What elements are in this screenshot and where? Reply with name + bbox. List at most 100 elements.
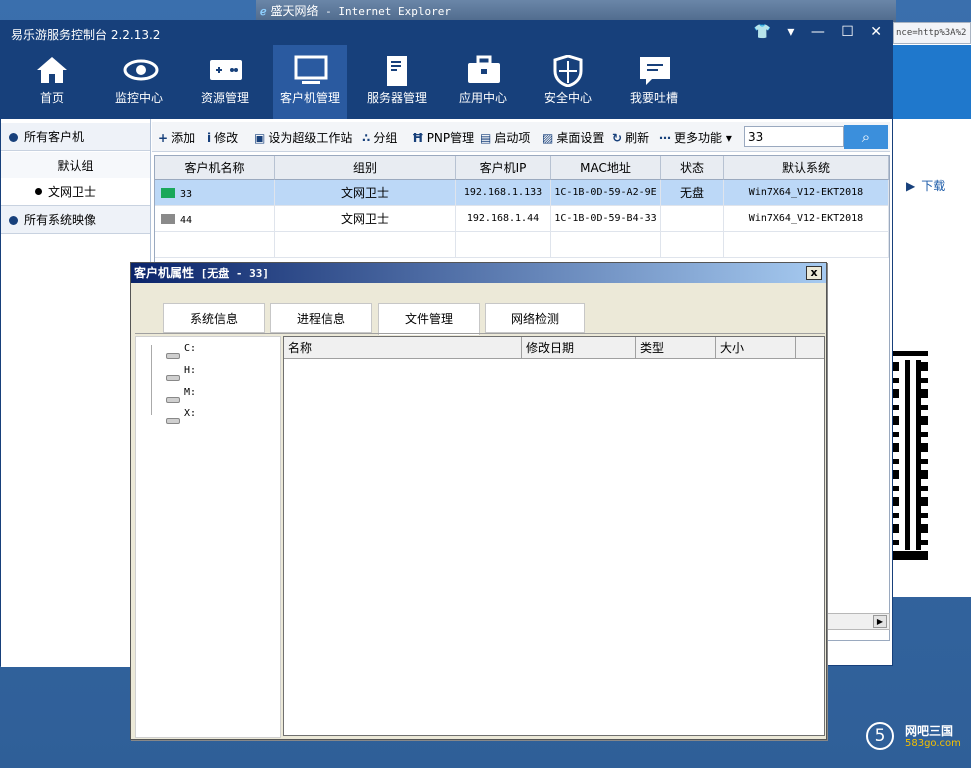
- ie-address-bar[interactable]: nce=http%3A%2: [893, 22, 971, 44]
- nav-app-center[interactable]: 应用中心: [446, 45, 520, 119]
- sidebar-item-group-leaf[interactable]: 文网卫士: [1, 178, 150, 206]
- tab-file-management[interactable]: 文件管理: [378, 303, 480, 335]
- monitor-icon: [294, 55, 328, 85]
- list-icon: ▤: [480, 131, 492, 145]
- drive-icon: [166, 397, 180, 403]
- column-header[interactable]: 大小: [716, 337, 796, 359]
- nav-monitor-center[interactable]: 监控中心: [102, 45, 176, 119]
- client-name: 33: [180, 189, 193, 200]
- cell-os: Win7X64_V12-EKT2018: [724, 180, 889, 206]
- nav-label: 首页: [39, 91, 64, 105]
- top-navigation: 首页 监控中心 资源管理 客户机管理 服务器管理 应用中心 安全中心 我要吐槽: [1, 45, 892, 119]
- nav-security-center[interactable]: 安全中心: [531, 45, 605, 119]
- tab-divider: [135, 333, 825, 334]
- nav-label: 服务器管理: [366, 91, 427, 105]
- add-button[interactable]: + 添加: [158, 129, 195, 146]
- group-button[interactable]: ∴ 分组: [362, 129, 397, 146]
- nav-label: 我要吐槽: [629, 91, 678, 105]
- startup-label: 启动项: [494, 131, 531, 145]
- console-titlebar[interactable]: 易乐游服务控制台 2.2.13.2 👕 ▾ — ☐ ✕: [1, 21, 892, 45]
- scroll-right-arrow-icon[interactable]: ▶: [873, 615, 887, 628]
- home-icon: [36, 55, 68, 85]
- drive-item[interactable]: X:: [166, 408, 196, 424]
- ie-download-link[interactable]: ▶ 下载: [906, 177, 945, 194]
- empty-cell: [155, 232, 275, 258]
- add-label: 添加: [171, 131, 196, 145]
- console-title: 易乐游服务控制台 2.2.13.2: [11, 28, 161, 42]
- cell-status: 无盘: [661, 180, 724, 206]
- edit-icon: ⅰ: [207, 131, 212, 145]
- column-header[interactable]: 客户机名称: [155, 156, 275, 180]
- tab-system-info[interactable]: 系统信息: [163, 303, 265, 333]
- column-header[interactable]: MAC地址: [551, 156, 661, 180]
- cell-os: Win7X64_V12-EKT2018: [724, 206, 889, 232]
- tab-network-check[interactable]: 网络检测: [485, 303, 585, 333]
- desktop-settings-button[interactable]: ▨ 桌面设置: [542, 129, 604, 146]
- nav-label: 应用中心: [458, 91, 507, 105]
- column-header[interactable]: 状态: [661, 156, 724, 180]
- column-header[interactable]: 修改日期: [522, 337, 636, 359]
- table-row[interactable]: 33 文网卫士 192.168.1.133 1C-1B-0D-59-A2-9E …: [155, 180, 889, 206]
- search-icon: ⌕: [861, 128, 871, 146]
- drive-label: M:: [184, 387, 197, 398]
- search-input[interactable]: [744, 126, 844, 147]
- watermark-site: 583go.com: [905, 738, 961, 749]
- nav-resource-management[interactable]: 资源管理: [188, 45, 262, 119]
- group-label: 分组: [373, 131, 398, 145]
- nav-home[interactable]: 首页: [15, 45, 89, 119]
- pc-online-icon: [161, 188, 175, 198]
- sidebar-item-all-images[interactable]: 所有系统映像: [1, 206, 150, 234]
- column-header[interactable]: 类型: [636, 337, 716, 359]
- drive-item[interactable]: H:: [166, 365, 196, 381]
- shield-icon: [552, 54, 584, 88]
- picture-icon: ▨: [542, 131, 554, 145]
- edit-label: 修改: [214, 131, 239, 145]
- super-workstation-button[interactable]: ▣ 设为超级工作站: [254, 129, 352, 146]
- drive-icon: [166, 418, 180, 424]
- nav-feedback[interactable]: 我要吐槽: [617, 45, 691, 119]
- drive-icon: [166, 375, 180, 381]
- more-functions-button[interactable]: ⋯ 更多功能 ▾: [659, 129, 732, 146]
- qr-code-pattern: [899, 360, 921, 550]
- ie-titlebar[interactable]: ℯ 盛天网络 - Internet Explorer: [256, 0, 896, 22]
- close-button[interactable]: x: [806, 266, 822, 280]
- logo-digit: 5: [866, 722, 894, 750]
- expand-icon: [9, 216, 18, 225]
- drive-label: X:: [184, 408, 197, 419]
- table-row[interactable]: 44 文网卫士 192.168.1.44 1C-1B-0D-59-B4-33 W…: [155, 206, 889, 232]
- tab-process-info[interactable]: 进程信息: [270, 303, 372, 333]
- drive-item[interactable]: C:: [166, 343, 196, 359]
- empty-cell: [275, 232, 456, 258]
- column-header[interactable]: 名称: [284, 337, 522, 359]
- column-header[interactable]: 默认系统: [724, 156, 889, 180]
- column-header[interactable]: 客户机IP: [456, 156, 551, 180]
- column-header[interactable]: 组别: [275, 156, 456, 180]
- file-list: 名称 修改日期 类型 大小: [283, 336, 825, 736]
- sidebar-item-label: 所有系统映像: [24, 213, 97, 227]
- sidebar: 所有客户机 默认组 文网卫士 所有系统映像: [1, 119, 151, 667]
- toolbox-icon: [467, 55, 500, 85]
- pnp-button[interactable]: Ħ PNP管理: [412, 129, 474, 146]
- refresh-button[interactable]: ↻ 刷新: [612, 129, 649, 146]
- sidebar-item-all-clients[interactable]: 所有客户机: [1, 123, 150, 151]
- sidebar-item-default-group[interactable]: 默认组: [1, 152, 150, 180]
- nav-server-management[interactable]: 服务器管理: [360, 45, 434, 119]
- search-button[interactable]: ⌕: [844, 125, 888, 149]
- more-icon: ⋯: [659, 131, 671, 145]
- drive-item[interactable]: M:: [166, 387, 196, 403]
- empty-cell: [661, 232, 724, 258]
- watermark-logo: 5 网吧三国 583go.com: [866, 722, 961, 750]
- table-row-empty: [155, 232, 889, 258]
- dialog-title: 客户机属性: [134, 266, 195, 280]
- nav-label: 安全中心: [543, 91, 592, 105]
- startup-button[interactable]: ▤ 启动项: [480, 129, 530, 146]
- window-controls[interactable]: 👕 ▾ — ☐ ✕: [753, 24, 888, 40]
- nav-label: 客户机管理: [279, 91, 340, 105]
- expand-icon: [9, 133, 18, 142]
- drive-icon: [166, 353, 180, 359]
- cell-ip: 192.168.1.44: [456, 206, 551, 232]
- edit-button[interactable]: ⅰ 修改: [207, 129, 238, 146]
- dialog-titlebar[interactable]: 客户机属性 [无盘 - 33] x: [131, 263, 826, 283]
- chevron-down-icon: ▾: [725, 131, 732, 145]
- nav-client-management[interactable]: 客户机管理: [273, 45, 347, 119]
